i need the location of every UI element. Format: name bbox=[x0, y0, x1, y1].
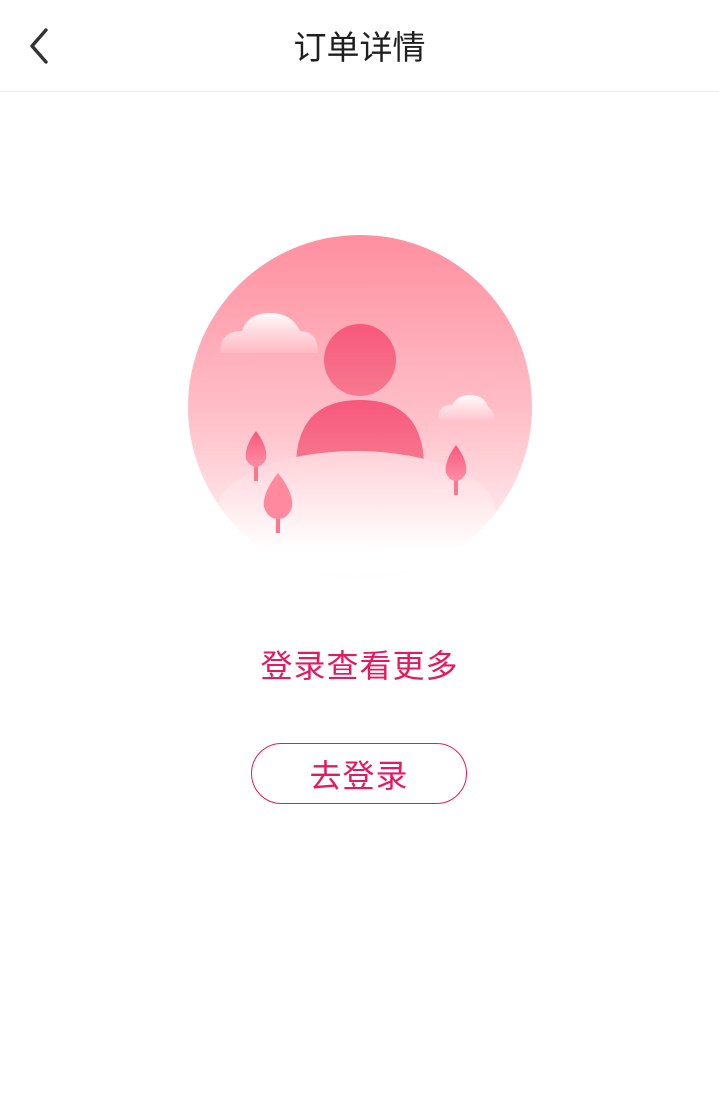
go-login-button[interactable]: 去登录 bbox=[251, 743, 467, 804]
empty-state-illustration bbox=[186, 235, 534, 583]
login-prompt-text: 登录查看更多 bbox=[260, 647, 459, 685]
user-avatar-landscape-icon bbox=[188, 235, 532, 579]
nav-header: 订单详情 bbox=[0, 0, 719, 92]
page-title: 订单详情 bbox=[293, 28, 426, 67]
order-detail-page: 订单详情 登录查看更多 去登录 bbox=[0, 0, 719, 1105]
